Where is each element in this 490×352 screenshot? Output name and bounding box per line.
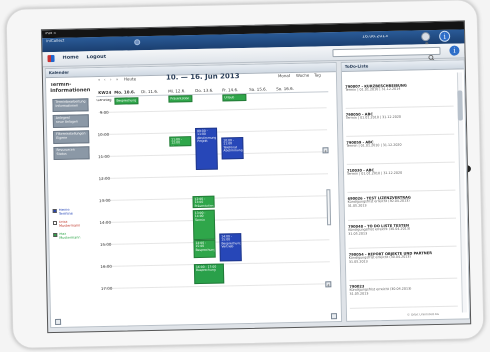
calendar-event[interactable]: 16:00 - 17:00 Besprechung (193, 263, 225, 285)
todo-scrollbar-thumb[interactable] (457, 90, 463, 121)
calendar-event[interactable]: 13:00 - 14:00 Termin (192, 209, 216, 241)
footer-copyright: © Orbit Unlimited AG (406, 312, 440, 317)
week-label: KW24 (98, 90, 112, 96)
todo-item[interactable]: 790023 Kündigungsfrist erreicht (30.04.20… (349, 282, 458, 309)
app-screen: iPad ≈ iniCollect 16.06.2013 i Home Logo… (40, 20, 472, 334)
hour-label: 17:00 (100, 285, 113, 292)
section-title: Termin- Informationen (50, 82, 91, 94)
nav-prev-button[interactable]: ‹ (104, 78, 106, 82)
day-header-row: KW24 Mo. 10.6. Di. 11.6. Mi. 12.6. Do. 1… (96, 85, 329, 98)
nav-first-button[interactable]: « (98, 78, 101, 82)
todo-item[interactable]: 790048 - TO DO LISTE TESTEN Kündigungsfri… (348, 222, 457, 249)
expand-icon[interactable]: + (325, 281, 332, 288)
search-icon[interactable] (427, 47, 435, 62)
nav-last-button[interactable]: » (116, 78, 119, 82)
calendar-range-title: 10. — 16. Jun 2013 (165, 73, 240, 82)
todo-item[interactable]: 710030 - ABC Termin | 01.01.2010 | 31.12.… (346, 166, 456, 193)
app-logo-icon (47, 54, 55, 63)
day-header[interactable]: Mi. 12.6. (168, 89, 194, 94)
todo-panel: ToDo-Liste 790007 - KURZBESCHREIBUNG Term… (340, 59, 471, 322)
hour-label: 12:00 (98, 175, 111, 182)
panel-scroll-right[interactable] (330, 313, 338, 320)
todo-item[interactable]: 790050 - ABC Termin | 01.01.2010 | 31.12.… (345, 110, 455, 137)
panel-scroll-left[interactable] (54, 318, 62, 326)
allday-event[interactable]: Urlaub (222, 93, 247, 102)
day-header[interactable]: So. 16.6. (276, 87, 302, 92)
app-name: iniCollect (46, 38, 65, 44)
allday-event[interactable]: Besprechung (114, 97, 139, 105)
calendar-event[interactable]: 11:00 - 12:00 Meeting (169, 136, 192, 147)
nav-home[interactable]: Home (62, 55, 78, 61)
calendar-event[interactable]: 10:00 - 11:00 Telefonat Abstimmung (221, 137, 244, 160)
side-button-1[interactable]: Terminbearbeitung Informationen (52, 98, 89, 113)
day-header[interactable]: Mo. 10.6. (114, 90, 140, 95)
ipad-frame: iPad ≈ iniCollect 16.06.2013 i Home Logo… (5, 0, 485, 349)
hour-label: 14:00 (99, 219, 112, 226)
nav-next-button[interactable]: › (110, 78, 112, 82)
todo-item[interactable]: 790054 - REPORT OBJEKTE UND PARTNER Kündi… (348, 250, 458, 281)
todo-item[interactable]: 690026 - TEST LIZENZVERTRAG Kündigungsfri… (347, 194, 456, 221)
date-display: 16.06.2013 (362, 34, 388, 40)
info-icon[interactable]: i (449, 45, 460, 56)
view-month[interactable]: Monat (278, 74, 291, 79)
calendar-event[interactable]: 14:00 - 15:00 Besprechung (193, 239, 216, 259)
calendar-event[interactable]: 09:00 - 11:00 Abstimmung Projekt (195, 127, 218, 171)
info-icon[interactable]: i (439, 30, 451, 42)
todo-item[interactable]: 790007 - KURZBESCHREIBUNG Termin | 01.01.… (345, 82, 454, 109)
todo-panel-header: ToDo-Liste (341, 60, 464, 72)
view-day[interactable]: Tag (314, 73, 321, 78)
day-header[interactable]: Di. 11.6. (141, 90, 167, 95)
today-button[interactable]: Heute (124, 77, 136, 82)
hour-label: 15:00 (99, 241, 112, 248)
hour-label: 16:00 (100, 263, 112, 270)
calendar-event[interactable]: 12:00 - 13:00 Präsentation (192, 195, 215, 209)
calendar-event[interactable]: 14:00 - 15:00 Besprechung Vertrieb (219, 233, 242, 262)
day-header[interactable]: Sa. 15.6. (249, 87, 275, 92)
allday-event[interactable]: Präsentation (168, 95, 193, 103)
photo-background: iPad ≈ iniCollect 16.06.2013 i Home Logo… (0, 0, 490, 352)
hour-label: 13:00 (98, 197, 111, 204)
day-header[interactable]: Fr. 14.6. (222, 88, 248, 93)
day-header[interactable]: Do. 13.6. (195, 88, 221, 93)
carrier-label: iPad ≈ (44, 31, 57, 36)
todo-item[interactable]: 790059 - ABC Termin | 01.01.2010 | 31.12.… (346, 138, 455, 165)
calendar-panel: Kalender Termin- Informationen Terminbea… (44, 62, 343, 329)
hour-label: 9:00 (99, 109, 109, 116)
todo-panel-title: ToDo-Liste (344, 64, 369, 69)
app-logo-icon (134, 39, 141, 46)
nav-logout[interactable]: Logout (86, 55, 106, 61)
allday-label: Ganztag (96, 98, 112, 103)
hour-label: 10:00 (97, 131, 110, 138)
gear-icon[interactable] (421, 32, 431, 46)
view-week[interactable]: Woche (296, 74, 309, 79)
hour-label: 11:00 (98, 153, 110, 160)
time-grid: 9:00 10:00 11:00 12:00 13:00 14:00 15:00… (47, 107, 343, 309)
expand-icon[interactable]: + (322, 147, 329, 154)
calendar-panel-title: Kalender (48, 70, 70, 76)
calendar-scrollbar[interactable] (326, 189, 332, 226)
search-input[interactable] (332, 46, 441, 58)
